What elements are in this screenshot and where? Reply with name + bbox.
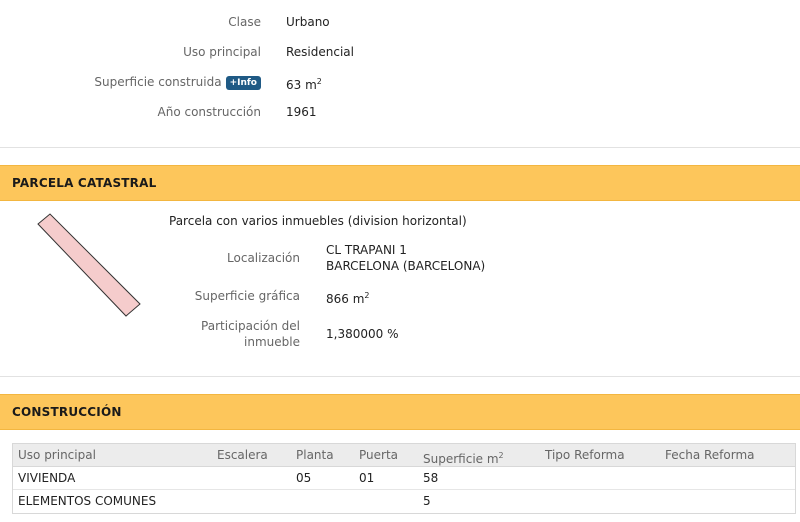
participacion-value: 1,380000 % [326, 327, 399, 341]
header-superficie-exp: 2 [498, 451, 504, 460]
header-superficie-label: Superficie m [423, 452, 499, 466]
inmueble-data-panel: Clase Urbano Uso principal Residencial S… [0, 0, 800, 148]
header-fecha-reforma: Fecha Reforma [665, 448, 755, 462]
superficie-grafica-number: 866 m [326, 292, 365, 306]
parcel-outline-image [37, 213, 141, 317]
header-escalera: Escalera [217, 448, 268, 462]
cell-planta: 05 [296, 471, 312, 485]
superficie-construida-row: Superficie construida +Info 63 m2 [0, 72, 800, 92]
localizacion-line2: BARCELONA (BARCELONA) [326, 259, 486, 273]
clase-label: Clase [228, 15, 261, 29]
anio-construccion-value: 1961 [286, 105, 317, 119]
table-row: VIVIENDA 05 01 58 [13, 467, 795, 490]
participacion-label-line1: Participación del [201, 319, 300, 333]
construccion-table: Uso principal Escalera Planta Puerta Sup… [12, 443, 796, 514]
localizacion-line1: CL TRAPANI 1 [326, 243, 407, 257]
header-puerta: Puerta [359, 448, 399, 462]
superficie-grafica-value: 866 m2 [326, 288, 370, 307]
superficie-construida-label-group: Superficie construida +Info [94, 72, 261, 92]
uso-principal-value: Residencial [286, 45, 354, 59]
header-planta: Planta [296, 448, 334, 462]
cell-superficie: 5 [423, 494, 431, 508]
superficie-construida-exp: 2 [316, 77, 322, 86]
anio-construccion-label: Año construcción [157, 105, 262, 119]
parcela-section-title: PARCELA CATASTRAL [12, 176, 157, 190]
cell-uso-principal: VIVIENDA [18, 471, 76, 485]
superficie-grafica-label: Superficie gráfica [194, 289, 300, 303]
anio-construccion-row: Año construcción 1961 [0, 102, 800, 122]
table-row: ELEMENTOS COMUNES 5 [13, 490, 795, 513]
participacion-label-line2: inmueble [244, 335, 300, 349]
uso-principal-row: Uso principal Residencial [0, 42, 800, 62]
construccion-section-title: CONSTRUCCIÓN [12, 405, 122, 419]
uso-principal-label: Uso principal [183, 45, 261, 59]
header-tipo-reforma: Tipo Reforma [545, 448, 625, 462]
info-button[interactable]: +Info [225, 76, 261, 90]
localizacion-label: Localización [227, 251, 300, 265]
clase-value: Urbano [286, 15, 330, 29]
superficie-construida-number: 63 m [286, 78, 317, 92]
superficie-grafica-exp: 2 [364, 291, 370, 300]
cell-uso-principal: ELEMENTOS COMUNES [18, 494, 157, 508]
parcela-section-header: PARCELA CATASTRAL [0, 165, 800, 201]
superficie-construida-value: 63 m2 [286, 72, 322, 95]
clase-row: Clase Urbano [0, 12, 800, 32]
parcela-description: Parcela con varios inmuebles (division h… [169, 214, 467, 228]
cell-superficie: 58 [423, 471, 439, 485]
header-uso-principal: Uso principal [18, 448, 96, 462]
cell-puerta: 01 [359, 471, 375, 485]
table-header-row: Uso principal Escalera Planta Puerta Sup… [13, 444, 795, 467]
construccion-section-header: CONSTRUCCIÓN [0, 394, 800, 430]
superficie-construida-label: Superficie construida [94, 75, 222, 89]
